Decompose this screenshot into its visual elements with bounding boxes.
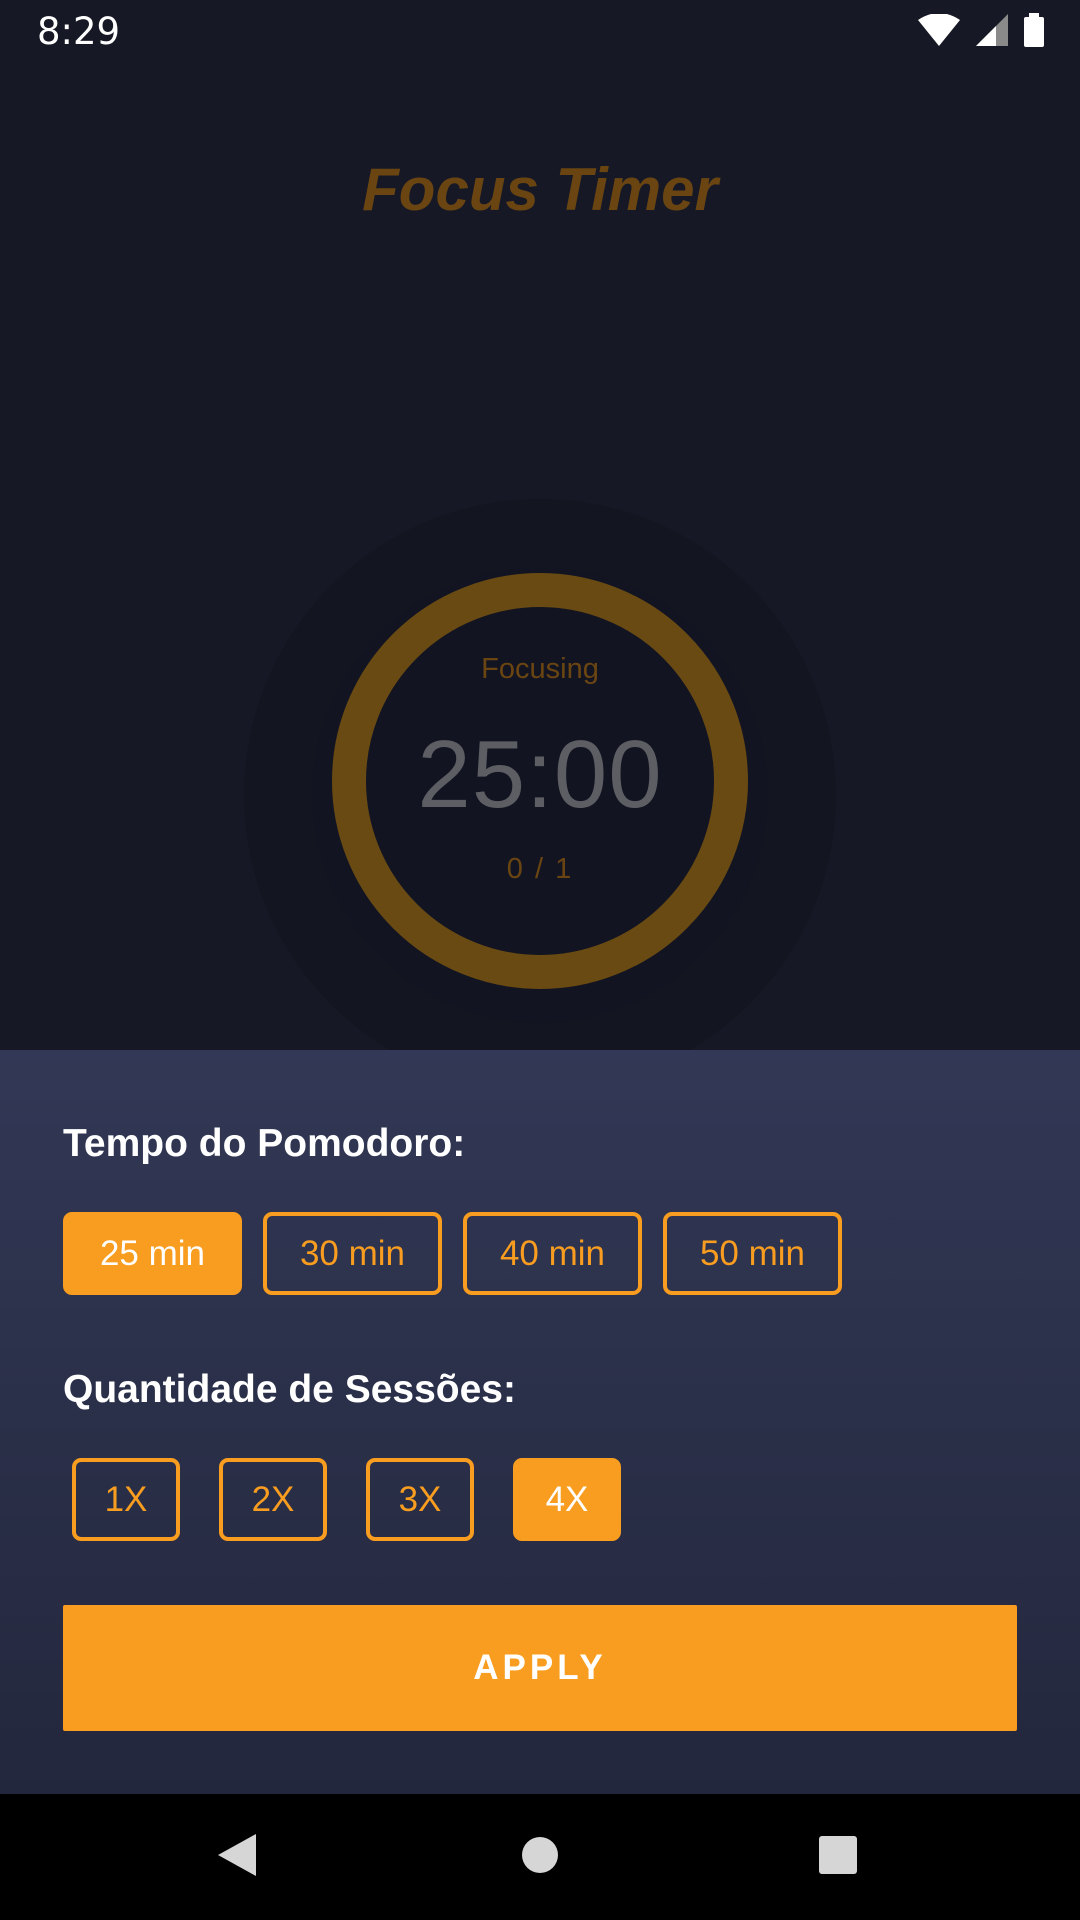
settings-sheet: Tempo do Pomodoro: 25 min 30 min 40 min …	[0, 1050, 1080, 1794]
screen: 8:29 Focus Timer Focusing 25:00 0 / 1 Te…	[0, 0, 1080, 1920]
navigation-bar	[0, 1794, 1080, 1920]
pomodoro-time-heading: Tempo do Pomodoro:	[63, 1122, 466, 1165]
timer-time: 25:00	[417, 721, 663, 828]
home-icon	[520, 1835, 560, 1880]
session-counter: 0 / 1	[506, 853, 574, 885]
apply-button[interactable]: APPLY	[63, 1605, 1017, 1731]
recents-icon	[818, 1835, 858, 1880]
status-time: 8:29	[37, 10, 121, 53]
status-icons	[918, 12, 1044, 52]
time-option-30[interactable]: 30 min	[263, 1212, 442, 1295]
back-button[interactable]	[178, 1794, 298, 1920]
time-option-40[interactable]: 40 min	[463, 1212, 642, 1295]
app-title: Focus Timer	[362, 156, 718, 223]
time-option-25[interactable]: 25 min	[63, 1212, 242, 1295]
session-option-2x[interactable]: 2X	[219, 1458, 327, 1541]
recents-button[interactable]	[778, 1794, 898, 1920]
time-option-50[interactable]: 50 min	[663, 1212, 842, 1295]
cellular-signal-icon	[976, 13, 1008, 51]
wifi-icon	[918, 12, 960, 51]
session-count-heading: Quantidade de Sessões:	[63, 1368, 516, 1411]
home-button[interactable]	[480, 1794, 600, 1920]
timer-area: Focusing 25:00 0 / 1	[0, 480, 1080, 1060]
status-bar: 8:29	[0, 0, 1080, 66]
timer-status: Focusing	[481, 653, 599, 685]
session-option-1x[interactable]: 1X	[72, 1458, 180, 1541]
back-icon	[216, 1832, 260, 1883]
battery-icon	[1024, 12, 1044, 52]
session-option-3x[interactable]: 3X	[366, 1458, 474, 1541]
session-option-4x[interactable]: 4X	[513, 1458, 621, 1541]
